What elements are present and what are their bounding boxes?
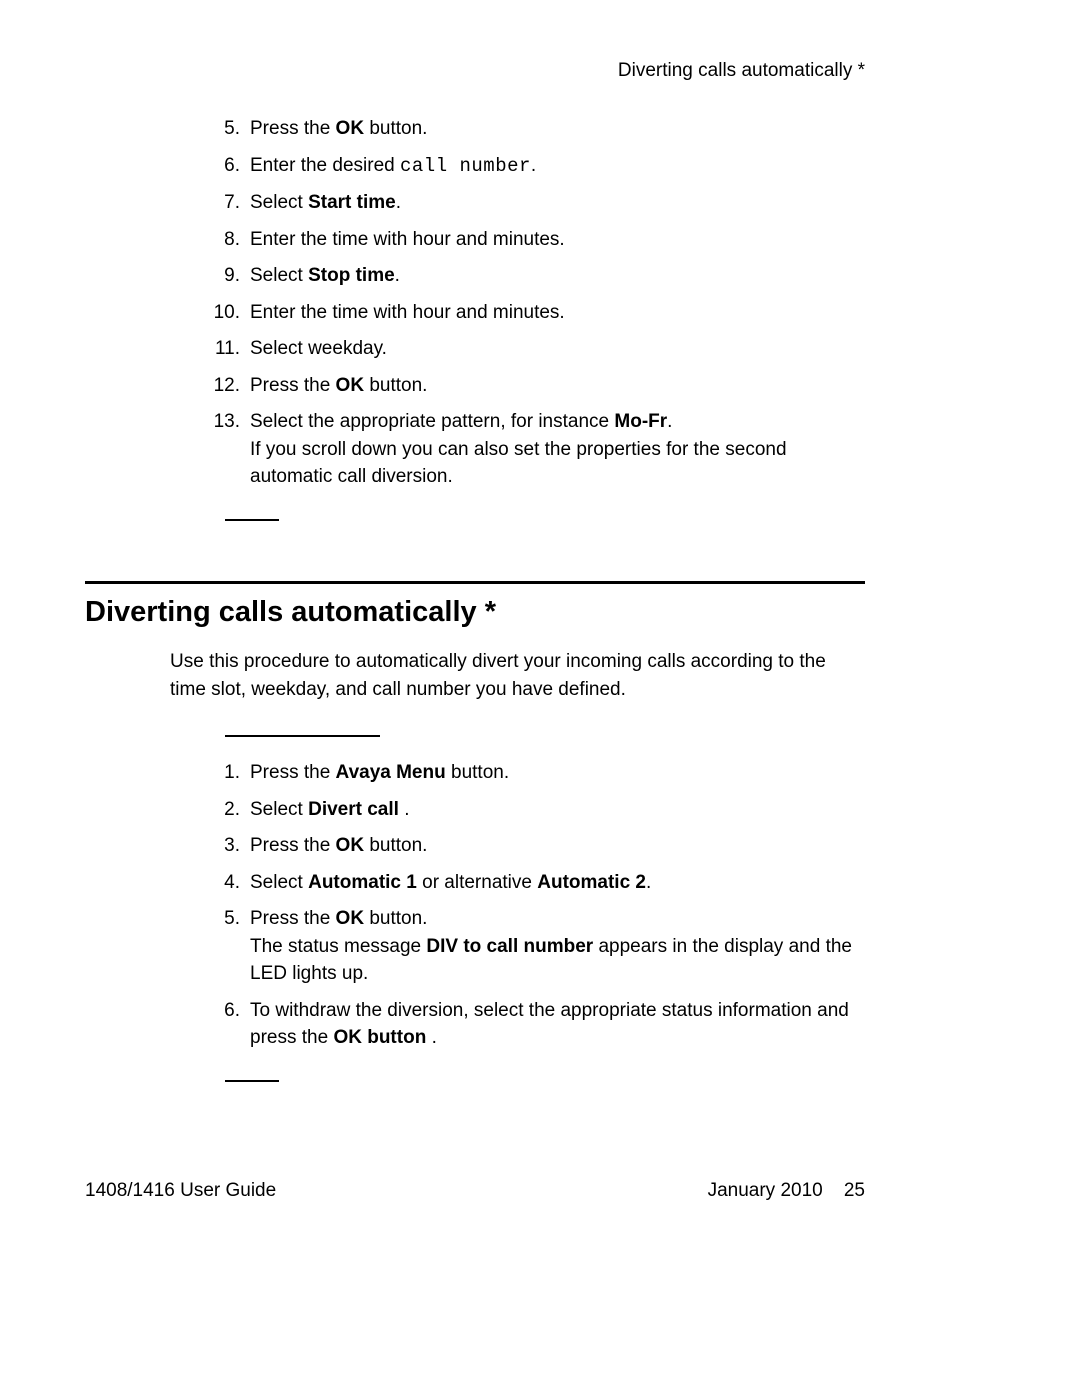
running-header: Diverting calls automatically * [618, 60, 865, 82]
procedure-list-2: 1. Press the Avaya Menu button. 2. Select D… [85, 759, 865, 1052]
list-text: Press the OK button. [250, 835, 427, 856]
section-title: Diverting calls automatically * [85, 596, 865, 629]
list-item: 6. To withdraw the diversion, select the … [85, 997, 865, 1052]
list-text: Press the OK button. [250, 375, 427, 396]
list-number: 5. [200, 115, 240, 143]
list-text: Press the Avaya Menu button. [250, 762, 509, 783]
list-number: 2. [200, 796, 240, 824]
list-number: 3. [200, 832, 240, 860]
divider-full [85, 581, 865, 584]
list-number: 13. [200, 408, 240, 436]
list-number: 8. [200, 226, 240, 254]
list-item: 11. Select weekday. [85, 335, 865, 363]
page: Diverting calls automatically * 5. Press … [0, 0, 1080, 1397]
list-item: 1. Press the Avaya Menu button. [85, 759, 865, 787]
footer-left: 1408/1416 User Guide [85, 1180, 276, 1202]
list-number: 6. [200, 152, 240, 180]
list-number: 6. [200, 997, 240, 1025]
list-item: 5. Press the OK button. [85, 115, 865, 143]
divider-medium [225, 735, 380, 737]
list-item: 13. Select the appropriate pattern, for i… [85, 408, 865, 491]
divider-short-1 [225, 519, 279, 521]
list-text: Select the appropriate pattern, for inst… [250, 411, 787, 487]
list-item: 3. Press the OK button. [85, 832, 865, 860]
footer-right: January 2010 25 [708, 1180, 865, 1202]
procedure-list-1: 5. Press the OK button. 6. Enter the desire… [85, 115, 865, 491]
list-item: 4. Select Automatic 1 or alternative Auto… [85, 869, 865, 897]
list-number: 11. [200, 335, 240, 363]
list-item: 5. Press the OK button.The status message… [85, 905, 865, 988]
footer: 1408/1416 User Guide January 2010 25 [85, 1180, 865, 1202]
list-number: 12. [200, 372, 240, 400]
list-text: Press the OK button. [250, 118, 427, 139]
list-number: 1. [200, 759, 240, 787]
list-number: 10. [200, 299, 240, 327]
list-item: 10. Enter the time with hour and minutes. [85, 299, 865, 327]
list-number: 9. [200, 262, 240, 290]
list-number: 4. [200, 869, 240, 897]
list-item: 2. Select Divert call . [85, 796, 865, 824]
list-item: 8. Enter the time with hour and minutes. [85, 226, 865, 254]
list-text: Select Stop time. [250, 265, 400, 286]
list-text: Select weekday. [250, 338, 387, 359]
list-item: 12. Press the OK button. [85, 372, 865, 400]
list-item: 6. Enter the desired call number. [85, 152, 865, 181]
list-number: 7. [200, 189, 240, 217]
list-text: Select Start time. [250, 192, 401, 213]
list-item: 7. Select Start time. [85, 189, 865, 217]
page-number: 25 [844, 1180, 865, 1201]
list-text: Select Divert call . [250, 799, 409, 820]
list-number: 5. [200, 905, 240, 933]
content-area: 5. Press the OK button. 6. Enter the desire… [85, 115, 865, 1082]
divider-short-2 [225, 1080, 279, 1082]
list-text: Select Automatic 1 or alternative Automa… [250, 872, 651, 893]
list-text: To withdraw the diversion, select the ap… [250, 1000, 849, 1049]
list-item: 9. Select Stop time. [85, 262, 865, 290]
list-text: Enter the desired call number. [250, 155, 536, 176]
list-text: Enter the time with hour and minutes. [250, 302, 565, 323]
list-text: Enter the time with hour and minutes. [250, 229, 565, 250]
list-text: Press the OK button.The status message D… [250, 908, 852, 984]
section-intro: Use this procedure to automatically dive… [170, 648, 865, 703]
footer-date: January 2010 [708, 1180, 823, 1201]
